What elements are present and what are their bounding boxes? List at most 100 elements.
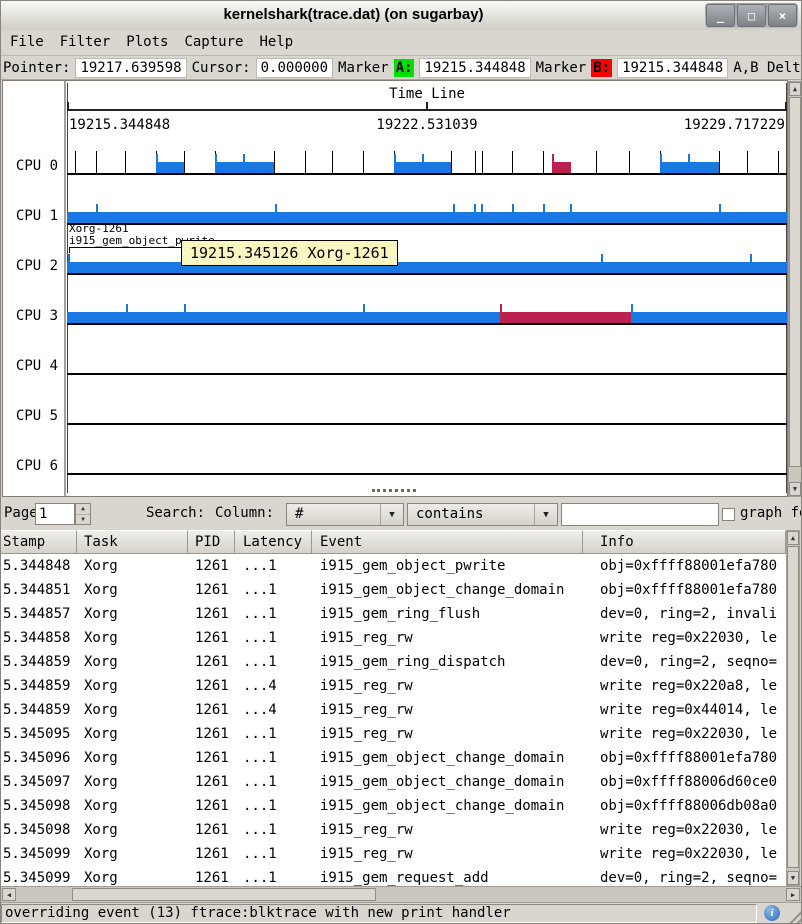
table-cell: write reg=0x22030, le <box>583 722 786 746</box>
marker-bar: Pointer: 19217.639598 Cursor: 0.000000 M… <box>0 56 802 80</box>
match-select[interactable]: contains ▼ <box>407 503 558 526</box>
table-row[interactable]: 5.344857Xorg1261...1i915_gem_ring_flushd… <box>0 602 786 626</box>
chevron-down-icon[interactable]: ▼ <box>380 504 403 525</box>
table-cell: write reg=0x22030, le <box>583 818 786 842</box>
column-header-pid[interactable]: PID <box>188 530 235 554</box>
table-row[interactable]: 5.345097Xorg1261...1i915_gem_object_chan… <box>0 770 786 794</box>
column-header-info[interactable]: Info <box>583 530 786 554</box>
scroll-up-icon[interactable]: ▲ <box>789 82 801 96</box>
table-cell: i915_gem_object_change_domain <box>312 578 583 602</box>
menu-item-file[interactable]: File <box>2 30 52 54</box>
table-row[interactable]: 5.345095Xorg1261...1i915_reg_rwwrite reg… <box>0 722 786 746</box>
scrollbar-thumb[interactable] <box>789 97 801 467</box>
menu-item-plots[interactable]: Plots <box>118 30 176 54</box>
column-label: Column: <box>215 505 274 521</box>
table-row[interactable]: 5.345099Xorg1261...1i915_reg_rwwrite reg… <box>0 842 786 866</box>
marker-a-badge[interactable]: A: <box>394 59 415 77</box>
cpu-plot-row[interactable] <box>67 201 787 225</box>
spin-up-icon[interactable]: ▲ <box>76 504 90 515</box>
table-cell: 5.344848 <box>0 554 77 578</box>
event-tick <box>512 204 514 213</box>
menu-item-help[interactable]: Help <box>251 30 301 54</box>
maximize-icon[interactable]: □ <box>737 4 766 27</box>
table-cell: ...1 <box>235 770 312 794</box>
table-row[interactable]: 5.344859Xorg1261...4i915_reg_rwwrite reg… <box>0 674 786 698</box>
event-tick <box>747 151 748 173</box>
table-cell: Xorg <box>77 698 188 722</box>
column-header-task[interactable]: Task <box>77 530 188 554</box>
event-tick <box>631 304 633 313</box>
page-value[interactable]: 1 <box>35 503 75 525</box>
table-cell: i915_reg_rw <box>312 722 583 746</box>
cpu-plot-row[interactable] <box>67 301 787 325</box>
task-bar <box>500 312 631 323</box>
scroll-down-icon[interactable]: ▼ <box>789 482 801 496</box>
resize-grip-icon[interactable] <box>786 908 801 923</box>
search-input[interactable] <box>561 503 719 526</box>
table-vertical-scrollbar[interactable]: ▲ ▼ <box>786 530 800 886</box>
table-row[interactable]: 5.345098Xorg1261...1i915_reg_rwwrite reg… <box>0 818 786 842</box>
cpu-label: CPU 1 <box>3 201 65 225</box>
cpu-plot-row[interactable] <box>67 401 787 425</box>
table-cell: Xorg <box>77 746 188 770</box>
table-row[interactable]: 5.345099Xorg1261...1i915_gem_request_add… <box>0 866 786 886</box>
column-header-latency[interactable]: Latency <box>235 530 312 554</box>
table-row[interactable]: 5.345098Xorg1261...1i915_gem_object_chan… <box>0 794 786 818</box>
event-tick <box>184 304 186 313</box>
graph-vertical-scrollbar[interactable]: ▲ ▼ <box>788 81 802 497</box>
cpu-plot-row[interactable] <box>67 351 787 375</box>
pointer-value: 19217.639598 <box>75 58 186 78</box>
column-header-event[interactable]: Event <box>312 530 583 554</box>
close-icon[interactable]: × <box>768 4 797 27</box>
scroll-right-icon[interactable]: ▶ <box>786 888 800 901</box>
scroll-up-icon[interactable]: ▲ <box>787 531 799 545</box>
minimize-icon[interactable]: _ <box>706 4 735 27</box>
table-cell: ...1 <box>235 602 312 626</box>
task-bar <box>552 162 571 173</box>
table-cell: ...1 <box>235 578 312 602</box>
marker-b-badge[interactable]: B: <box>591 59 612 77</box>
cpu-plot-row[interactable] <box>67 251 787 275</box>
pane-splitter-grip[interactable] <box>372 489 416 492</box>
cpu-baseline <box>67 173 787 175</box>
info-icon[interactable]: i <box>764 905 780 921</box>
event-tick <box>156 154 158 163</box>
scroll-left-icon[interactable]: ◀ <box>2 888 16 901</box>
event-tick <box>363 304 365 313</box>
time-axis-labels: 19215.34484819222.53103919229.717229 <box>67 117 787 133</box>
timeline-canvas-border <box>67 83 787 493</box>
scroll-down-icon[interactable]: ▼ <box>787 871 799 885</box>
chevron-down-icon[interactable]: ▼ <box>534 504 557 525</box>
menu-item-capture[interactable]: Capture <box>176 30 251 54</box>
cpu-plot-row[interactable] <box>67 151 787 175</box>
task-bar <box>67 212 787 223</box>
cpu-plot-row[interactable] <box>67 451 787 475</box>
graph-follows-checkbox[interactable] <box>722 508 735 521</box>
spin-down-icon[interactable]: ▼ <box>76 515 90 525</box>
event-tick <box>274 151 275 173</box>
table-row[interactable]: 5.344848Xorg1261...1i915_gem_object_pwri… <box>0 554 786 578</box>
scrollbar-thumb[interactable] <box>72 888 376 901</box>
table-cell: 5.345095 <box>0 722 77 746</box>
table-cell: obj=0xffff88001efa780 <box>583 554 786 578</box>
table-row[interactable]: 5.344851Xorg1261...1i915_gem_object_chan… <box>0 578 786 602</box>
table-row[interactable]: 5.344858Xorg1261...1i915_reg_rwwrite reg… <box>0 626 786 650</box>
timeline-tooltip: 19215.345126 Xorg-1261 <box>181 240 398 266</box>
table-row[interactable]: 5.345096Xorg1261...1i915_gem_object_chan… <box>0 746 786 770</box>
menu-item-filter[interactable]: Filter <box>52 30 119 54</box>
page-spinner[interactable]: 1 ▲ ▼ <box>35 503 91 525</box>
table-cell: obj=0xffff88001efa780 <box>583 746 786 770</box>
column-select[interactable]: # ▼ <box>286 503 404 526</box>
table-row[interactable]: 5.344859Xorg1261...1i915_gem_ring_dispat… <box>0 650 786 674</box>
table-cell: obj=0xffff88006db08a0 <box>583 794 786 818</box>
table-cell: dev=0, ring=2, seqno= <box>583 650 786 674</box>
column-header-stamp[interactable]: Stamp <box>0 530 77 554</box>
event-tick <box>184 151 185 173</box>
cpu-label: CPU 6 <box>3 451 65 475</box>
axis-tick <box>785 102 787 109</box>
cpu-baseline <box>67 423 787 425</box>
table-cell: ...1 <box>235 722 312 746</box>
table-horizontal-scrollbar[interactable]: ◀ ▶ <box>0 886 802 903</box>
table-row[interactable]: 5.344859Xorg1261...4i915_reg_rwwrite reg… <box>0 698 786 722</box>
scrollbar-thumb[interactable] <box>787 546 799 868</box>
